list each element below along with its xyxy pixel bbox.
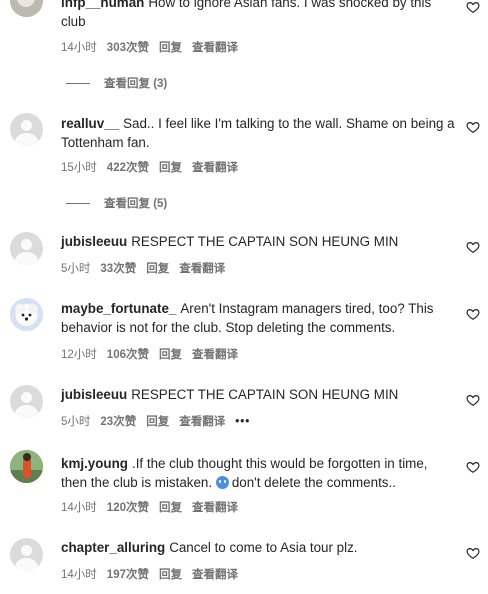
comment-time: 14小时 — [61, 569, 97, 581]
avatar[interactable] — [10, 538, 43, 571]
comment-username[interactable]: realluv__ — [61, 116, 119, 131]
comment-likes[interactable]: 120次赞 — [107, 502, 149, 514]
comment-meta: 14小时 120次赞 回复 查看翻译 — [61, 499, 248, 515]
replies-divider — [66, 83, 90, 85]
comment-likes[interactable]: 23次赞 — [100, 416, 136, 428]
comment-username[interactable]: chapter_alluring — [61, 540, 165, 555]
comment-body: maybe_fortunate_ Aren't Instagram manager… — [61, 300, 456, 337]
like-heart-icon[interactable] — [466, 240, 480, 254]
reply-button[interactable]: 回复 — [146, 416, 169, 428]
translate-button[interactable]: 查看翻译 — [192, 42, 238, 54]
sad-face-emoji-icon — [215, 475, 229, 489]
translate-button[interactable]: 查看翻译 — [192, 162, 238, 174]
comment-username[interactable]: jubisleeuu — [61, 234, 127, 249]
comment-likes[interactable]: 422次赞 — [107, 162, 149, 174]
comment-text: Sad.. I feel like I'm talking to the wal… — [61, 116, 455, 150]
comment-text: Cancel to come to Asia tour plz. — [169, 540, 358, 555]
comment-meta: 14小时 303次赞 回复 查看翻译 — [61, 39, 248, 55]
comment-likes[interactable]: 106次赞 — [107, 349, 149, 361]
comment-body: jubisleeuu RESPECT THE CAPTAIN SON HEUNG … — [61, 233, 456, 252]
reply-button[interactable]: 回复 — [159, 569, 182, 581]
translate-button[interactable]: 查看翻译 — [179, 263, 225, 275]
avatar-image — [10, 0, 43, 17]
comment-username[interactable]: jubisleeuu — [61, 387, 127, 402]
comment-body: kmj.young .If the club thought this would… — [61, 455, 456, 492]
reply-button[interactable]: 回复 — [159, 502, 182, 514]
reply-button[interactable]: 回复 — [146, 263, 169, 275]
comment-time: 5小时 — [61, 263, 91, 275]
comment-meta: 15小时 422次赞 回复 查看翻译 — [61, 159, 248, 175]
translate-button[interactable]: 查看翻译 — [192, 502, 238, 514]
comment-text: RESPECT THE CAPTAIN SON HEUNG MIN — [131, 234, 399, 249]
avatar[interactable] — [10, 0, 43, 17]
avatar[interactable] — [10, 232, 43, 265]
like-heart-icon[interactable] — [466, 0, 480, 14]
comment-body: realluv__ Sad.. I feel like I'm talking t… — [61, 115, 456, 152]
comment-text: RESPECT THE CAPTAIN SON HEUNG MIN — [131, 387, 399, 402]
reply-button[interactable]: 回复 — [159, 349, 182, 361]
comment-meta: 12小时 106次赞 回复 查看翻译 — [61, 346, 248, 362]
comment-likes[interactable]: 197次赞 — [107, 569, 149, 581]
comment-body: infp__human How to ignore Asian fans. I w… — [61, 0, 456, 31]
more-options-icon[interactable]: ••• — [235, 416, 250, 428]
translate-button[interactable]: 查看翻译 — [179, 416, 225, 428]
avatar-image — [10, 450, 43, 483]
comment-time: 14小时 — [61, 42, 97, 54]
like-heart-icon[interactable] — [466, 393, 480, 407]
comment-body: chapter_alluring Cancel to come to Asia t… — [61, 539, 456, 558]
comment-username[interactable]: maybe_fortunate_ — [61, 301, 176, 316]
like-heart-icon[interactable] — [466, 546, 480, 560]
comment-time: 15小时 — [61, 162, 97, 174]
comment-username[interactable]: infp__human — [61, 0, 144, 10]
reply-button[interactable]: 回复 — [159, 162, 182, 174]
avatar[interactable] — [10, 113, 43, 146]
comment-body: jubisleeuu RESPECT THE CAPTAIN SON HEUNG … — [61, 386, 456, 405]
comment-username[interactable]: kmj.young — [61, 456, 128, 471]
translate-button[interactable]: 查看翻译 — [192, 569, 238, 581]
comment-time: 12小时 — [61, 349, 97, 361]
translate-button[interactable]: 查看翻译 — [192, 349, 238, 361]
comment-likes[interactable]: 33次赞 — [100, 263, 136, 275]
comment-time: 14小时 — [61, 502, 97, 514]
comment-time: 5小时 — [61, 416, 91, 428]
avatar[interactable] — [10, 298, 43, 331]
view-replies-label: 查看回复 (3) — [104, 78, 168, 90]
comment-meta: 5小时 33次赞 回复 查看翻译 — [61, 260, 235, 276]
like-heart-icon[interactable] — [466, 307, 480, 321]
avatar[interactable] — [10, 450, 43, 483]
view-replies-label: 查看回复 (5) — [104, 198, 168, 210]
comment-meta: 14小时 197次赞 回复 查看翻译 — [61, 566, 248, 582]
avatar[interactable] — [10, 385, 43, 418]
like-heart-icon[interactable] — [466, 460, 480, 474]
replies-divider — [66, 203, 90, 205]
avatar-image — [10, 298, 43, 331]
comment-text-continued: don't delete the comments.. — [231, 474, 396, 490]
view-replies-button[interactable]: 查看回复 (3) — [66, 75, 167, 91]
comment-meta: 5小时 23次赞 回复 查看翻译 ••• — [61, 413, 260, 429]
reply-button[interactable]: 回复 — [159, 42, 182, 54]
like-heart-icon[interactable] — [466, 120, 480, 134]
view-replies-button[interactable]: 查看回复 (5) — [66, 195, 167, 211]
comment-likes[interactable]: 303次赞 — [107, 42, 149, 54]
